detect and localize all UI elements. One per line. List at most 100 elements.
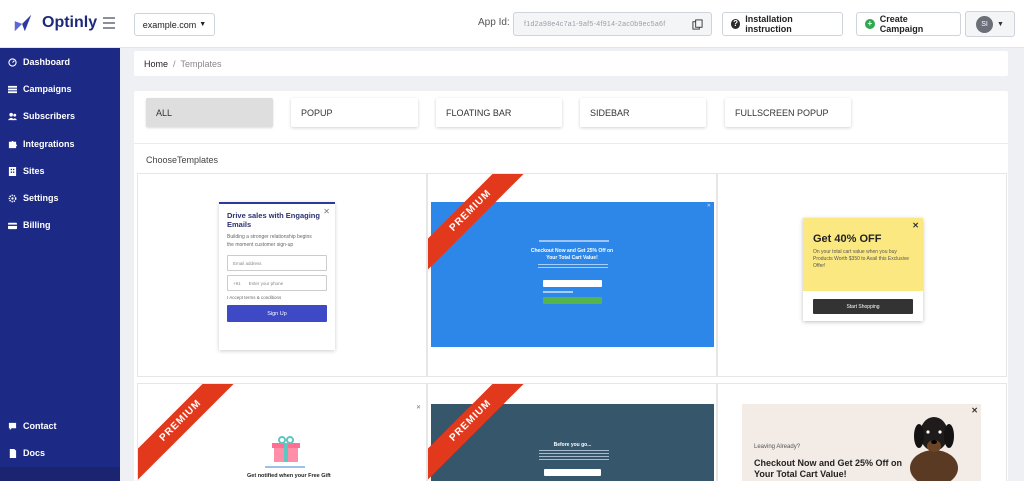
users-icon [8, 112, 17, 120]
template-card-1[interactable]: ✕ Drive sales with Engaging Emails Build… [137, 173, 427, 377]
template-card-2[interactable]: ✕ Checkout Now and Get 25% Off on Your T… [427, 173, 717, 377]
appid-field[interactable]: f1d2a98e4c7a1-9af5-4f914-2ac0b9ec5a6f [513, 12, 712, 36]
email-field: Email address [227, 255, 327, 271]
avatar: SI [976, 15, 993, 33]
sidebar-item-integrations[interactable]: Integrations [8, 139, 75, 149]
close-icon: ✕ [971, 406, 978, 415]
premium-label: PREMIUM [428, 174, 532, 272]
create-campaign-label: Create Campaign [879, 14, 924, 34]
template-text-placeholder [538, 264, 608, 270]
phone-code: +91 [233, 280, 241, 286]
sidebar-item-label: Docs [23, 448, 46, 458]
template-preview: ✕ Leaving Already? Checkout Now and Get … [742, 404, 981, 481]
templates-panel: ALL POPUP FLOATING BAR SIDEBAR FULLSCREE… [134, 91, 1008, 481]
site-select-value: example.com [142, 19, 197, 30]
divider [134, 143, 1008, 144]
plus-icon: + [865, 19, 875, 29]
template-preview: ✕ Get 40% OFF On your total cart value w… [803, 218, 923, 321]
close-icon: ✕ [415, 405, 421, 411]
dog-image [910, 417, 958, 481]
sidebar-item-dashboard[interactable]: Dashboard [8, 57, 70, 67]
submit-button-placeholder [543, 297, 602, 304]
menu-toggle-icon[interactable] [103, 17, 115, 29]
template-header: ✕ Get 40% OFF On your total cart value w… [803, 218, 923, 291]
appid-value: f1d2a98e4c7a1-9af5-4f914-2ac0b9ec5a6f [524, 20, 666, 28]
breadcrumb: Home / Templates [134, 51, 1008, 76]
terms-checkbox: I Accept terms & conditions [227, 295, 282, 300]
email-field-placeholder [543, 280, 602, 287]
sidebar-item-subscribers[interactable]: Subscribers [8, 111, 75, 121]
template-card-6[interactable]: ✕ Leaving Already? Checkout Now and Get … [717, 383, 1007, 481]
template-text: On your total cart value when you buy Pr… [813, 249, 909, 269]
premium-ribbon: PREMIUM [428, 174, 538, 284]
template-title: Checkout Now and Get 25% Off on Your Tot… [754, 458, 903, 479]
billing-icon [8, 222, 17, 229]
sidebar-item-settings[interactable]: Settings [8, 193, 59, 203]
tab-sidebar[interactable]: SIDEBAR [580, 98, 706, 127]
choose-templates-label: ChooseTemplates [146, 155, 219, 165]
breadcrumb-separator: / [173, 58, 176, 69]
premium-ribbon: PREMIUM [138, 384, 248, 481]
copy-icon[interactable] [692, 19, 703, 30]
appid-label: App Id: [478, 17, 510, 28]
breadcrumb-home[interactable]: Home [144, 59, 168, 69]
chevron-down-icon: ▼ [199, 21, 207, 28]
sidebar-item-sites[interactable]: Sites [8, 166, 45, 176]
sidebar-item-contact[interactable]: Contact [8, 421, 57, 431]
list-icon [8, 85, 17, 93]
phone-placeholder: Enter your phone [248, 280, 284, 286]
template-title: Get 40% OFF [813, 233, 882, 245]
tab-popup[interactable]: POPUP [291, 98, 418, 127]
sign-up-button: Sign Up [227, 305, 327, 322]
sidebar-item-campaigns[interactable]: Campaigns [8, 84, 72, 94]
logo-icon [14, 14, 32, 32]
tab-all[interactable]: ALL [146, 98, 273, 127]
template-preview: ✕ Drive sales with Engaging Emails Build… [219, 202, 335, 350]
sidebar-item-docs[interactable]: Docs [8, 448, 45, 458]
tab-fullscreen-popup[interactable]: FULLSCREEN POPUP [725, 98, 851, 127]
template-title: Get notified when your Free Gift [247, 473, 331, 479]
template-subtitle-placeholder [265, 466, 305, 468]
premium-label: PREMIUM [138, 384, 242, 481]
logo[interactable]: Optinly [12, 12, 97, 34]
sidebar-item-label: Settings [23, 193, 59, 203]
close-icon: ✕ [912, 221, 919, 230]
sidebar-item-label: Billing [23, 220, 51, 230]
doc-icon [9, 448, 17, 458]
user-menu[interactable]: SI ▼ [965, 11, 1015, 37]
sites-icon [8, 166, 17, 176]
template-text-placeholder [539, 450, 609, 460]
template-title: Drive sales with Engaging Emails [227, 211, 320, 229]
question-icon: ? [731, 19, 741, 29]
sidebar: Dashboard Campaigns Subscribers Integrat… [0, 48, 120, 481]
installation-instruction-label: Installation instruction [745, 14, 793, 34]
installation-instruction-button[interactable]: ? Installation instruction [722, 12, 843, 36]
sidebar-item-label: Contact [23, 421, 57, 431]
close-icon: ✕ [706, 203, 711, 209]
sidebar-collapse-bar[interactable] [0, 467, 120, 481]
breadcrumb-current: Templates [180, 58, 222, 69]
template-card-3[interactable]: ✕ Get 40% OFF On your total cart value w… [717, 173, 1007, 377]
template-pretitle: Leaving Already? [754, 444, 801, 450]
gift-icon [272, 436, 300, 462]
submit-button-placeholder [544, 469, 601, 476]
create-campaign-button[interactable]: + Create Campaign [856, 12, 961, 36]
template-card-4[interactable]: ✕ Get notified when your Free Gift PREMI… [137, 383, 427, 481]
chat-icon [8, 422, 17, 430]
site-select[interactable]: example.com ▼ [134, 13, 215, 36]
start-shopping-button: Start Shopping [813, 299, 913, 314]
chevron-down-icon: ▼ [997, 20, 1004, 28]
gear-icon [8, 194, 17, 202]
puzzle-icon [8, 140, 17, 148]
sidebar-item-label: Sites [23, 166, 45, 176]
sidebar-item-label: Integrations [23, 139, 75, 149]
checkbox-placeholder [543, 291, 573, 293]
tab-floating-bar[interactable]: FLOATING BAR [436, 98, 562, 127]
sidebar-item-label: Subscribers [23, 111, 76, 121]
premium-label: PREMIUM [428, 384, 532, 481]
sidebar-item-billing[interactable]: Billing [8, 220, 51, 230]
premium-ribbon: PREMIUM [428, 384, 538, 481]
phone-field: +91 Enter your phone [227, 275, 327, 291]
template-title: Checkout Now and Get 25% Off on Your Tot… [530, 248, 614, 261]
template-card-5[interactable]: Before you go... PREMIUM [427, 383, 717, 481]
